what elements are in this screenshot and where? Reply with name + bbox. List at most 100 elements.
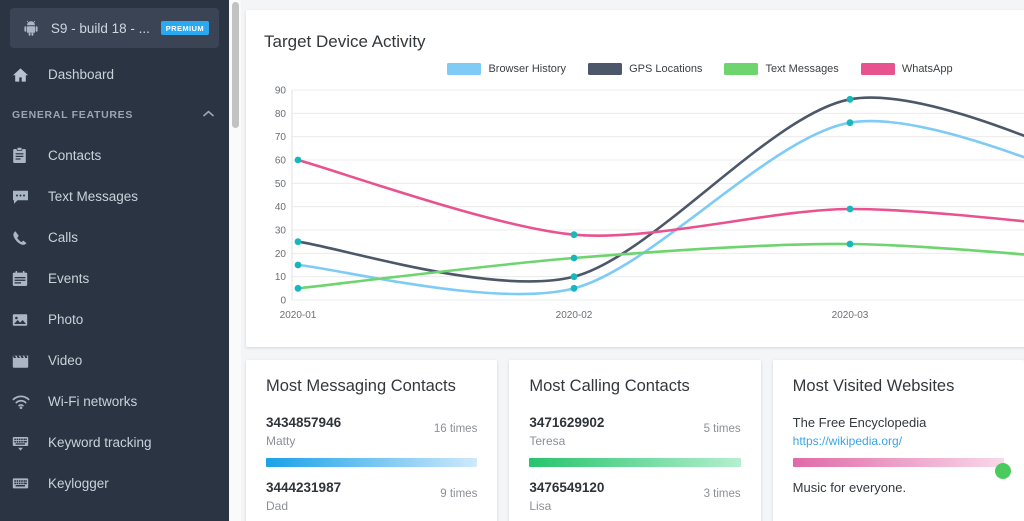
contact-number: 3476549120: [529, 480, 605, 495]
android-robot-icon: [20, 20, 42, 36]
chevron-up-icon: [202, 109, 215, 121]
website-title: Music for everyone.: [792, 480, 907, 495]
svg-text:20: 20: [275, 249, 287, 260]
sidebar-label-text-messages: Text Messages: [48, 189, 139, 204]
contacts-icon: [12, 147, 38, 164]
device-name-label: S9 - build 18 - ...: [50, 20, 150, 36]
legend-label-whatsapp: WhatsApp: [901, 63, 953, 75]
legend-swatch-text-messages: [724, 63, 759, 75]
contact-name: Matty: [266, 434, 296, 448]
svg-text:60: 60: [275, 156, 287, 167]
chart-legend: Browser History GPS Locations Text Messa…: [264, 56, 1024, 82]
contact-count: 9 times: [440, 488, 478, 500]
sidebar-label-calls: Calls: [48, 230, 79, 245]
scrollbar-thumb[interactable]: [231, 2, 239, 128]
sidebar-item-text-messages[interactable]: Text Messages: [0, 176, 229, 217]
main-content: Target Device Activity Browser History G…: [229, 0, 1024, 521]
most-messaging-contacts-card: Most Messaging Contacts 3434857946 Matty…: [246, 360, 498, 521]
device-selector[interactable]: S9 - build 18 - ... PREMIUM: [10, 8, 219, 48]
chart-title: Target Device Activity: [264, 32, 426, 51]
list-item[interactable]: Music for everyone.: [793, 479, 1004, 497]
sidebar-item-calls[interactable]: Calls: [0, 217, 229, 258]
sidebar-label-video: Video: [48, 353, 83, 368]
keylogger-icon: [12, 477, 38, 490]
legend-item-gps-locations[interactable]: GPS Locations: [588, 63, 702, 75]
app-root: S9 - build 18 - ... PREMIUM Dashboard GE…: [0, 0, 1024, 521]
contact-name: Teresa: [529, 434, 566, 448]
sidebar-item-dashboard[interactable]: Dashboard: [0, 54, 229, 95]
progress-bar: [529, 458, 741, 467]
contact-count: 16 times: [433, 423, 478, 435]
legend-item-whatsapp[interactable]: WhatsApp: [860, 63, 953, 75]
contact-number: 3471629902: [529, 415, 605, 430]
list-item[interactable]: The Free Encyclopedia https://wikipedia.…: [792, 414, 1011, 479]
svg-text:2020-03: 2020-03: [832, 310, 869, 321]
website-title: The Free Encyclopedia: [792, 415, 927, 430]
phone-icon: [12, 230, 38, 246]
message-icon: [12, 189, 38, 205]
sidebar-item-keyword-tracking[interactable]: Keyword tracking: [0, 422, 229, 463]
sidebar-label-contacts: Contacts: [48, 148, 102, 163]
svg-text:70: 70: [275, 132, 287, 143]
legend-swatch-whatsapp: [860, 63, 895, 75]
sidebar-label-keylogger: Keylogger: [48, 476, 109, 491]
most-calling-contacts-card: Most Calling Contacts 3471629902 Teresa …: [509, 360, 761, 521]
sidebar-item-keylogger[interactable]: Keylogger: [0, 463, 229, 504]
list-item[interactable]: 3476549120 Lisa 3 times: [529, 479, 740, 515]
legend-item-browser-history[interactable]: Browser History: [447, 63, 566, 75]
progress-bar: [266, 458, 478, 467]
card-title-websites: Most Visited Websites: [792, 377, 955, 395]
svg-text:40: 40: [275, 202, 287, 213]
sidebar-label-wifi-networks: Wi-Fi networks: [48, 394, 138, 409]
svg-text:90: 90: [275, 86, 287, 97]
sidebar-item-contacts[interactable]: Contacts: [0, 135, 229, 176]
legend-swatch-browser-history: [447, 63, 482, 75]
sidebar: S9 - build 18 - ... PREMIUM Dashboard GE…: [0, 0, 229, 521]
sidebar-label-photo: Photo: [48, 312, 84, 327]
sidebar-label-events: Events: [48, 271, 90, 286]
list-item[interactable]: 3471629902 Teresa 5 times: [529, 414, 741, 467]
photo-icon: [12, 312, 38, 328]
contact-name: Lisa: [529, 499, 552, 513]
progress-bar: [792, 458, 1004, 467]
contact-number: 3444231987: [266, 480, 342, 495]
summary-cards-row: Most Messaging Contacts 3434857946 Matty…: [246, 360, 1024, 521]
legend-label-browser-history: Browser History: [488, 63, 567, 75]
list-item[interactable]: 3444231987 Dad 9 times: [266, 479, 477, 515]
svg-text:10: 10: [275, 272, 287, 283]
legend-label-gps-locations: GPS Locations: [629, 63, 703, 75]
legend-swatch-gps-locations: [588, 63, 623, 75]
contact-count: 3 times: [703, 488, 741, 500]
legend-label-text-messages: Text Messages: [765, 63, 839, 75]
video-icon: [12, 353, 38, 369]
svg-text:50: 50: [275, 179, 287, 190]
sidebar-item-wifi-networks[interactable]: Wi-Fi networks: [0, 381, 229, 422]
contact-name: Dad: [266, 499, 289, 513]
activity-chart-card: Target Device Activity Browser History G…: [246, 10, 1024, 347]
sidebar-section-general-features[interactable]: GENERAL FEATURES: [0, 95, 229, 135]
main-scrollbar[interactable]: [229, 0, 241, 521]
sidebar-item-photo[interactable]: Photo: [0, 299, 229, 340]
contact-number: 3434857946: [266, 415, 342, 430]
premium-badge: PREMIUM: [160, 21, 209, 35]
sidebar-item-video[interactable]: Video: [0, 340, 229, 381]
sidebar-item-events[interactable]: Events: [0, 258, 229, 299]
keyboard-icon: [12, 435, 38, 451]
legend-item-text-messages[interactable]: Text Messages: [724, 63, 839, 75]
chart-plot-area: 0 10 20 30 40 50 60 70 80 90 2020-01 2020-02 2020-03: [264, 82, 1024, 332]
home-icon: [12, 67, 38, 83]
sidebar-label-dashboard: Dashboard: [48, 67, 115, 82]
svg-text:2020-02: 2020-02: [556, 310, 593, 321]
contact-count: 5 times: [703, 423, 741, 435]
sidebar-label-keyword-tracking: Keyword tracking: [48, 435, 152, 450]
status-dot-icon: [994, 463, 1011, 479]
card-title-calling: Most Calling Contacts: [529, 377, 690, 395]
svg-text:80: 80: [275, 109, 287, 120]
calendar-icon: [12, 270, 38, 287]
sidebar-section-label: GENERAL FEATURES: [12, 109, 134, 121]
most-visited-websites-card: Most Visited Websites The Free Encyclope…: [772, 360, 1024, 521]
website-url-link[interactable]: https://wikipedia.org/: [793, 432, 927, 450]
svg-text:0: 0: [280, 296, 286, 307]
card-title-messaging: Most Messaging Contacts: [266, 377, 456, 395]
list-item[interactable]: 3434857946 Matty 16 times: [266, 414, 478, 467]
